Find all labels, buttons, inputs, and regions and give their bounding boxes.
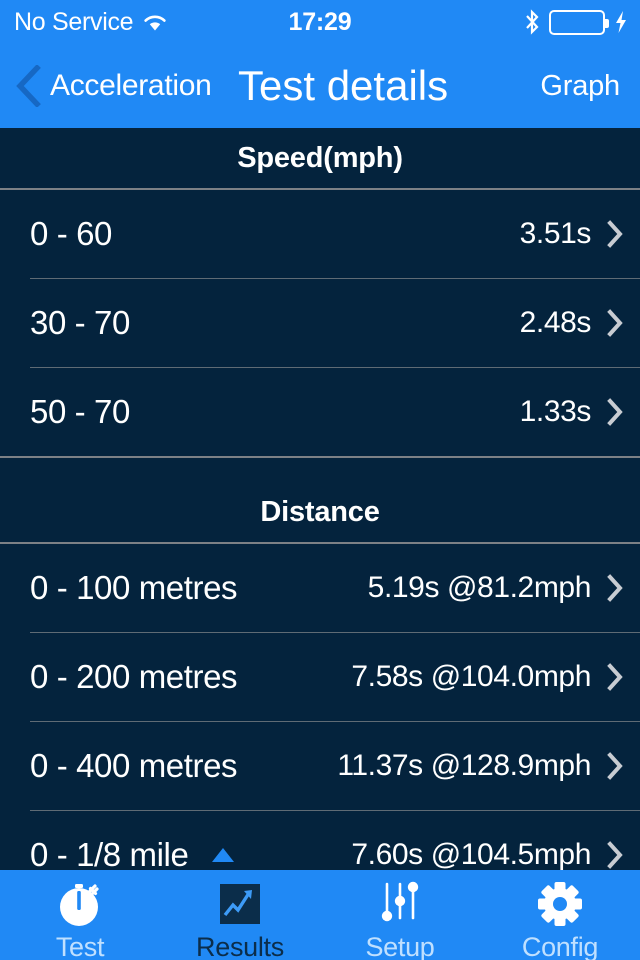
table-row[interactable]: 30 - 70 2.48s <box>0 279 640 367</box>
tab-label: Results <box>196 932 284 960</box>
row-right-group: 7.60s @104.5mph <box>351 838 624 870</box>
chevron-right-icon <box>607 841 624 869</box>
chevron-right-icon <box>607 309 624 337</box>
chevron-right-icon <box>607 663 624 691</box>
section-header-distance: Distance <box>260 495 380 528</box>
tab-bar: Test Results Setup Config <box>0 870 640 960</box>
gear-icon <box>534 878 586 930</box>
row-value: 7.60s @104.5mph <box>351 838 591 870</box>
lightning-bolt-icon <box>614 10 628 34</box>
tab-results[interactable]: Results <box>160 870 320 960</box>
chevron-right-icon <box>607 752 624 780</box>
row-label: 50 - 70 <box>30 393 130 430</box>
row-right-group: 2.48s <box>520 306 624 340</box>
results-list[interactable]: Speed(mph) 0 - 60 3.51s 30 - 70 2.48s 50… <box>0 128 640 870</box>
row-label: 0 - 100 metres <box>30 569 238 606</box>
stopwatch-icon <box>54 878 106 930</box>
tab-config[interactable]: Config <box>480 870 640 960</box>
row-value: 2.48s <box>519 306 592 339</box>
page-title: Test details <box>238 62 449 109</box>
chevron-right-icon <box>607 220 624 248</box>
line-chart-icon <box>214 878 266 930</box>
row-right-group: 7.58s @104.0mph <box>351 660 624 694</box>
navigation-bar: Acceleration Test details Graph <box>0 44 640 128</box>
tab-label: Test <box>55 932 105 960</box>
row-right-group: 1.33s <box>520 395 624 429</box>
row-value: 5.19s @81.2mph <box>367 571 592 604</box>
chevron-right-icon <box>607 574 624 602</box>
battery-icon <box>549 9 609 35</box>
table-row[interactable]: 50 - 70 1.33s <box>0 368 640 456</box>
table-row[interactable]: 0 - 1/8 mile 7.60s @104.5mph <box>0 811 640 870</box>
row-right-group: 11.37s @128.9mph <box>337 749 624 783</box>
triangle-up-icon <box>212 848 235 862</box>
row-right-group: 3.51s <box>520 217 624 251</box>
table-row[interactable]: 0 - 200 metres 7.58s @104.0mph <box>0 633 640 721</box>
table-row[interactable]: 0 - 100 metres 5.19s @81.2mph <box>0 544 640 632</box>
row-label: 0 - 60 <box>30 215 112 252</box>
tab-test[interactable]: Test <box>0 870 160 960</box>
tab-label: Config <box>521 932 599 960</box>
table-row[interactable]: 0 - 60 3.51s <box>0 190 640 278</box>
sliders-icon <box>374 878 426 930</box>
tab-setup[interactable]: Setup <box>320 870 480 960</box>
row-label: 30 - 70 <box>30 304 130 341</box>
row-value: 1.33s <box>519 395 592 428</box>
status-bar: No Service 17:29 <box>0 0 640 44</box>
back-button-label: Acceleration <box>50 69 212 102</box>
row-label: 0 - 400 metres <box>30 747 238 784</box>
row-label: 0 - 1/8 mile <box>30 836 189 870</box>
section-header-speed: Speed(mph) <box>237 141 403 174</box>
status-bar-right <box>524 9 628 35</box>
row-right-group: 5.19s @81.2mph <box>368 571 624 605</box>
row-value: 7.58s @104.0mph <box>351 660 591 693</box>
row-value: 3.51s <box>519 217 592 250</box>
back-button[interactable]: Acceleration <box>16 44 212 128</box>
chevron-right-icon <box>607 398 624 426</box>
bluetooth-icon <box>524 9 540 35</box>
row-value: 11.37s @128.9mph <box>337 749 591 782</box>
row-label: 0 - 200 metres <box>30 658 238 695</box>
tab-label: Setup <box>365 932 435 960</box>
app-root: No Service 17:29 Acceleration Test detai… <box>0 0 640 960</box>
chevron-left-icon <box>16 64 42 108</box>
graph-button[interactable]: Graph <box>540 44 620 128</box>
table-row[interactable]: 0 - 400 metres 11.37s @128.9mph <box>0 722 640 810</box>
